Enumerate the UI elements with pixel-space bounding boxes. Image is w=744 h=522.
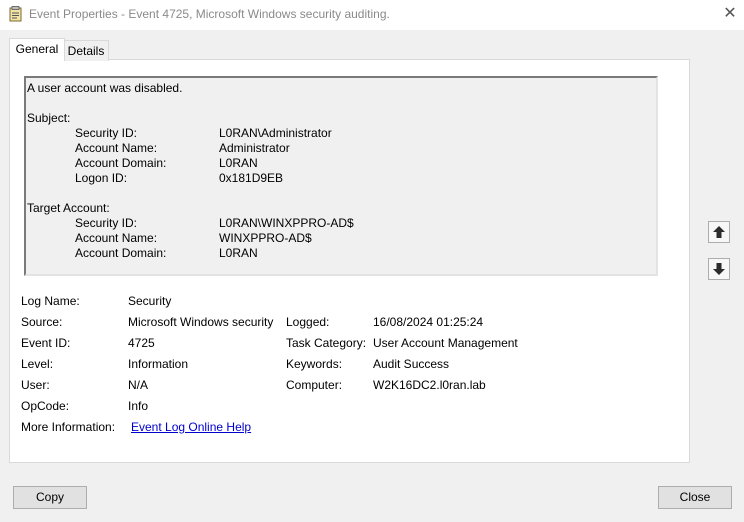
opcode-value: Info bbox=[128, 399, 149, 413]
task-category-label: Task Category: bbox=[286, 336, 367, 350]
more-information-label: More Information: bbox=[21, 420, 116, 434]
subject-account-domain-label: Account Domain: bbox=[75, 156, 167, 170]
next-event-button[interactable] bbox=[708, 258, 730, 280]
event-id-value: 4725 bbox=[128, 336, 155, 350]
keywords-label: Keywords: bbox=[286, 357, 343, 371]
target-account-domain-value: L0RAN bbox=[219, 246, 258, 260]
previous-event-button[interactable] bbox=[708, 221, 730, 243]
up-arrow-icon bbox=[713, 226, 725, 238]
target-security-id-value: L0RAN\WINXPPRO-AD$ bbox=[219, 216, 354, 230]
subject-security-id-value: L0RAN\Administrator bbox=[219, 126, 332, 140]
task-category-value: User Account Management bbox=[373, 336, 518, 350]
level-value: Information bbox=[128, 357, 189, 371]
computer-label: Computer: bbox=[286, 378, 343, 392]
subject-logon-id-label: Logon ID: bbox=[75, 171, 128, 185]
log-name-label: Log Name: bbox=[21, 294, 80, 308]
target-account-name-label: Account Name: bbox=[75, 231, 158, 245]
window-title: Event Properties - Event 4725, Microsoft… bbox=[29, 7, 390, 21]
target-account-name-value: WINXPPRO-AD$ bbox=[219, 231, 312, 245]
keywords-value: Audit Success bbox=[373, 357, 450, 371]
logged-value: 16/08/2024 01:25:24 bbox=[373, 315, 484, 329]
event-log-online-help-link[interactable]: Event Log Online Help bbox=[131, 420, 251, 434]
source-label: Source: bbox=[21, 315, 63, 329]
tab-details[interactable]: Details bbox=[63, 40, 109, 61]
copy-button[interactable]: Copy bbox=[13, 486, 87, 509]
target-security-id-label: Security ID: bbox=[75, 216, 138, 230]
source-value: Microsoft Windows security bbox=[128, 315, 274, 329]
title-bar: Event Properties - Event 4725, Microsoft… bbox=[0, 0, 744, 30]
log-name-value: Security bbox=[128, 294, 172, 308]
logged-label: Logged: bbox=[286, 315, 330, 329]
down-arrow-icon bbox=[713, 263, 725, 275]
target-account-domain-label: Account Domain: bbox=[75, 246, 167, 260]
subject-security-id-label: Security ID: bbox=[75, 126, 138, 140]
event-summary: A user account was disabled. bbox=[27, 81, 183, 95]
opcode-label: OpCode: bbox=[21, 399, 70, 413]
level-label: Level: bbox=[21, 357, 54, 371]
close-window-icon[interactable]: ✕ bbox=[716, 3, 744, 25]
user-label: User: bbox=[21, 378, 50, 392]
event-description-box[interactable]: A user account was disabled. Subject: Se… bbox=[24, 76, 658, 276]
subject-account-name-value: Administrator bbox=[219, 141, 290, 155]
subject-account-domain-value: L0RAN bbox=[219, 156, 258, 170]
event-viewer-icon bbox=[9, 6, 22, 22]
subject-account-name-label: Account Name: bbox=[75, 141, 158, 155]
event-id-label: Event ID: bbox=[21, 336, 71, 350]
subject-logon-id-value: 0x181D9EB bbox=[219, 171, 284, 185]
close-button[interactable]: Close bbox=[658, 486, 732, 509]
tab-general[interactable]: General bbox=[9, 38, 65, 61]
general-tab-panel: A user account was disabled. Subject: Se… bbox=[9, 59, 690, 463]
computer-value: W2K16DC2.l0ran.lab bbox=[373, 378, 486, 392]
user-value: N/A bbox=[128, 378, 149, 392]
subject-heading: Subject: bbox=[27, 111, 71, 125]
target-account-heading: Target Account: bbox=[27, 201, 110, 215]
